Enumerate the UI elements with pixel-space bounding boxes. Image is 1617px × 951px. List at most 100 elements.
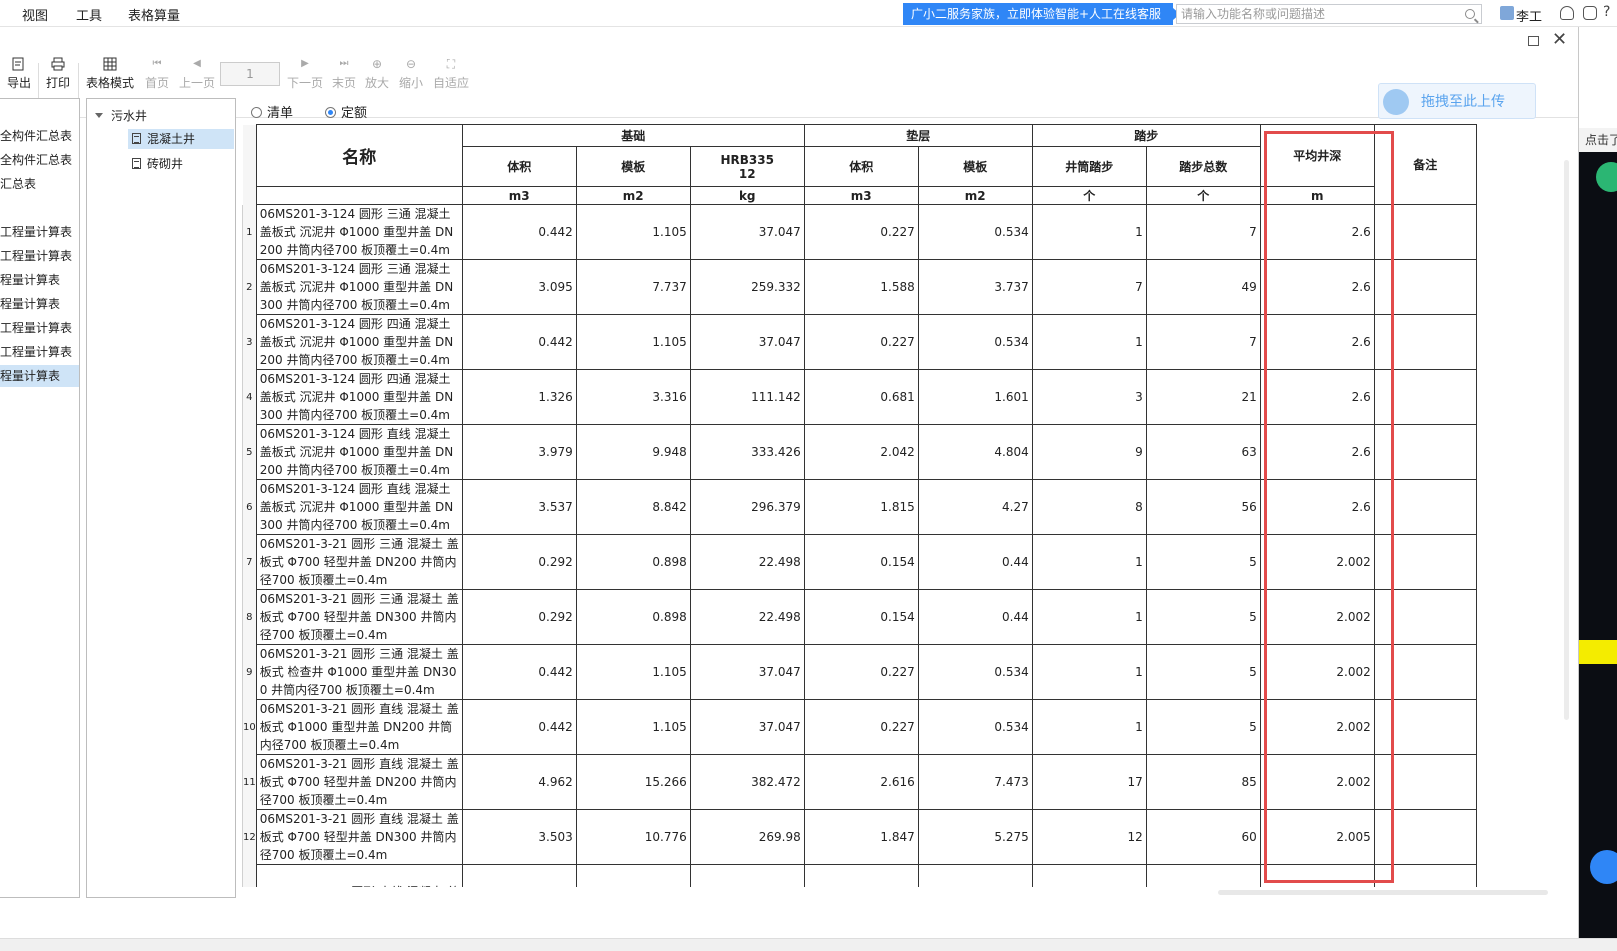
cell-cushion-formwork[interactable]: 4.27 xyxy=(917,479,1033,535)
radio-circle[interactable] xyxy=(251,107,262,118)
table-row[interactable]: 4 06MS201-3-124 圆形 四通 混凝土盖板式 沉泥井 Φ1000 重型… xyxy=(242,369,1477,425)
cell-name[interactable]: 06MS201-3-21 圆形 三通 混凝土 盖板式 检查井 Φ1000 重型井… xyxy=(255,644,463,700)
cell-formwork[interactable]: 9.948 xyxy=(575,424,691,480)
zoom-in-button[interactable]: ⊕ 放大 xyxy=(363,57,391,91)
cell-rebar[interactable]: 259.332 xyxy=(689,259,805,315)
cell-remark[interactable] xyxy=(1373,644,1477,700)
cell-volume[interactable]: 3.095 xyxy=(461,259,577,315)
cell-cushion-formwork[interactable]: 1.601 xyxy=(917,369,1033,425)
cell-formwork[interactable]: 1.105 xyxy=(575,644,691,700)
cell-avg-depth[interactable]: 2.002 xyxy=(1259,699,1375,755)
list-item[interactable]: 汇总表 xyxy=(0,175,36,192)
prev-page-button[interactable]: ◀ 上一页 xyxy=(177,57,217,91)
cell-rebar[interactable]: 296.379 xyxy=(689,479,805,535)
cell-name[interactable]: 06MS201-3-21 圆形 直线 混凝土 盖 xyxy=(255,864,463,887)
cell-cushion-volume[interactable]: 0.154 xyxy=(803,589,919,645)
list-item[interactable]: 工程量计算表 xyxy=(0,223,72,240)
cell-rebar[interactable]: 382.472 xyxy=(689,754,805,810)
cell-shaft-steps[interactable]: 1 xyxy=(1031,589,1147,645)
cell-shaft-steps[interactable]: 9 xyxy=(1031,424,1147,480)
table-row[interactable]: 5 06MS201-3-124 圆形 直线 混凝土盖板式 沉泥井 Φ1000 重型… xyxy=(242,424,1477,480)
cell-avg-depth[interactable] xyxy=(1259,864,1375,887)
table-row[interactable]: 10 06MS201-3-21 圆形 直线 混凝土 盖板式 Φ1000 重型井盖 … xyxy=(242,699,1477,755)
menu-tools[interactable]: 工具 xyxy=(76,5,102,24)
cell-total-steps[interactable]: 60 xyxy=(1145,809,1261,865)
cell-cushion-volume[interactable]: 1.815 xyxy=(803,479,919,535)
search-input[interactable]: 请输入功能名称或问题描述 xyxy=(1176,4,1482,24)
print-button[interactable]: 打印 xyxy=(44,57,72,91)
table-row[interactable]: 12 06MS201-3-21 圆形 直线 混凝土 盖板式 Φ700 轻型井盖 D… xyxy=(242,809,1477,865)
cell-remark[interactable] xyxy=(1373,809,1477,865)
last-page-button[interactable]: ⏭ 末页 xyxy=(330,57,358,91)
cell-cushion-volume[interactable]: 2.616 xyxy=(803,754,919,810)
menu-table-calc[interactable]: 表格算量 xyxy=(128,5,180,24)
cell-cushion-volume[interactable]: 1.588 xyxy=(803,259,919,315)
table-row[interactable]: 6 06MS201-3-124 圆形 直线 混凝土盖板式 沉泥井 Φ1000 重型… xyxy=(242,479,1477,535)
cell-formwork[interactable]: 1.105 xyxy=(575,699,691,755)
cell-avg-depth[interactable]: 2.005 xyxy=(1259,809,1375,865)
cell-name[interactable]: 06MS201-3-124 圆形 四通 混凝土盖板式 沉泥井 Φ1000 重型井… xyxy=(255,314,463,370)
table-row[interactable]: 7 06MS201-3-21 圆形 三通 混凝土 盖板式 Φ700 轻型井盖 DN… xyxy=(242,534,1477,590)
table-row[interactable]: 8 06MS201-3-21 圆形 三通 混凝土 盖板式 Φ700 轻型井盖 DN… xyxy=(242,589,1477,645)
cell-cushion-formwork[interactable]: 0.44 xyxy=(917,589,1033,645)
next-page-button[interactable]: ▶ 下一页 xyxy=(285,57,325,91)
table-row[interactable]: 3 06MS201-3-124 圆形 四通 混凝土盖板式 沉泥井 Φ1000 重型… xyxy=(242,314,1477,370)
cell-formwork[interactable]: 1.105 xyxy=(575,204,691,260)
radio-circle-checked[interactable] xyxy=(325,107,336,118)
cell-formwork[interactable]: 7.737 xyxy=(575,259,691,315)
cell-formwork[interactable]: 10.776 xyxy=(575,809,691,865)
cell-cushion-formwork[interactable] xyxy=(917,864,1033,887)
cell-rebar[interactable]: 111.142 xyxy=(689,369,805,425)
cell-avg-depth[interactable]: 2.002 xyxy=(1259,644,1375,700)
search-icon[interactable] xyxy=(1465,9,1475,19)
cell-remark[interactable] xyxy=(1373,754,1477,810)
cell-avg-depth[interactable]: 2.002 xyxy=(1259,754,1375,810)
cell-cushion-formwork[interactable]: 0.534 xyxy=(917,644,1033,700)
help-icon[interactable]: ? xyxy=(1603,4,1610,20)
cell-cushion-volume[interactable]: 1.847 xyxy=(803,809,919,865)
cell-total-steps[interactable]: 85 xyxy=(1145,754,1261,810)
cell-shaft-steps[interactable]: 1 xyxy=(1031,699,1147,755)
cell-name[interactable]: 06MS201-3-124 圆形 直线 混凝土盖板式 沉泥井 Φ1000 重型井… xyxy=(255,479,463,535)
first-page-button[interactable]: ⏮ 首页 xyxy=(142,57,172,91)
cell-avg-depth[interactable]: 2.6 xyxy=(1259,259,1375,315)
cell-total-steps[interactable]: 5 xyxy=(1145,589,1261,645)
upload-drop-button[interactable]: 拖拽至此上传 xyxy=(1378,83,1536,119)
table-mode-button[interactable]: 表格模式 xyxy=(84,57,136,91)
cell-volume[interactable]: 0.292 xyxy=(461,589,577,645)
fit-button[interactable]: ⛶ 自适应 xyxy=(431,57,471,91)
list-item-selected[interactable]: 程量计算表 xyxy=(0,365,79,387)
cell-formwork[interactable]: 3.316 xyxy=(575,369,691,425)
table-row[interactable]: 06MS201-3-21 圆形 直线 混凝土 盖 xyxy=(242,864,1477,887)
tree-node-concrete-well[interactable]: 混凝土井 xyxy=(128,129,234,149)
cell-volume[interactable]: 0.442 xyxy=(461,204,577,260)
cell-volume[interactable]: 1.326 xyxy=(461,369,577,425)
cell-cushion-formwork[interactable]: 5.275 xyxy=(917,809,1033,865)
cell-rebar[interactable]: 333.426 xyxy=(689,424,805,480)
cell-shaft-steps[interactable] xyxy=(1031,864,1147,887)
cell-cushion-volume[interactable] xyxy=(803,864,919,887)
cell-shaft-steps[interactable]: 1 xyxy=(1031,314,1147,370)
favorite-star-icon[interactable] xyxy=(1590,850,1617,884)
vertical-scrollbar[interactable] xyxy=(1564,160,1569,720)
cell-rebar[interactable]: 22.498 xyxy=(689,589,805,645)
cell-formwork[interactable]: 8.842 xyxy=(575,479,691,535)
cell-remark[interactable] xyxy=(1373,369,1477,425)
cell-shaft-steps[interactable]: 12 xyxy=(1031,809,1147,865)
cell-cushion-formwork[interactable]: 4.804 xyxy=(917,424,1033,480)
cell-avg-depth[interactable]: 2.6 xyxy=(1259,479,1375,535)
cell-formwork[interactable]: 1.105 xyxy=(575,314,691,370)
table-row[interactable]: 1 06MS201-3-124 圆形 三通 混凝土盖板式 沉泥井 Φ1000 重型… xyxy=(242,204,1477,260)
cell-name[interactable]: 06MS201-3-124 圆形 四通 混凝土盖板式 沉泥井 Φ1000 重型井… xyxy=(255,369,463,425)
cell-avg-depth[interactable]: 2.6 xyxy=(1259,314,1375,370)
cell-remark[interactable] xyxy=(1373,864,1477,887)
cell-remark[interactable] xyxy=(1373,534,1477,590)
cell-name[interactable]: 06MS201-3-21 圆形 直线 混凝土 盖板式 Φ1000 重型井盖 DN… xyxy=(255,699,463,755)
cell-volume[interactable]: 3.537 xyxy=(461,479,577,535)
chevron-down-icon[interactable] xyxy=(95,113,103,118)
cell-total-steps[interactable]: 5 xyxy=(1145,699,1261,755)
cell-cushion-volume[interactable]: 0.227 xyxy=(803,644,919,700)
zoom-out-button[interactable]: ⊖ 缩小 xyxy=(397,57,425,91)
cell-rebar[interactable]: 37.047 xyxy=(689,204,805,260)
cell-formwork[interactable]: 0.898 xyxy=(575,534,691,590)
